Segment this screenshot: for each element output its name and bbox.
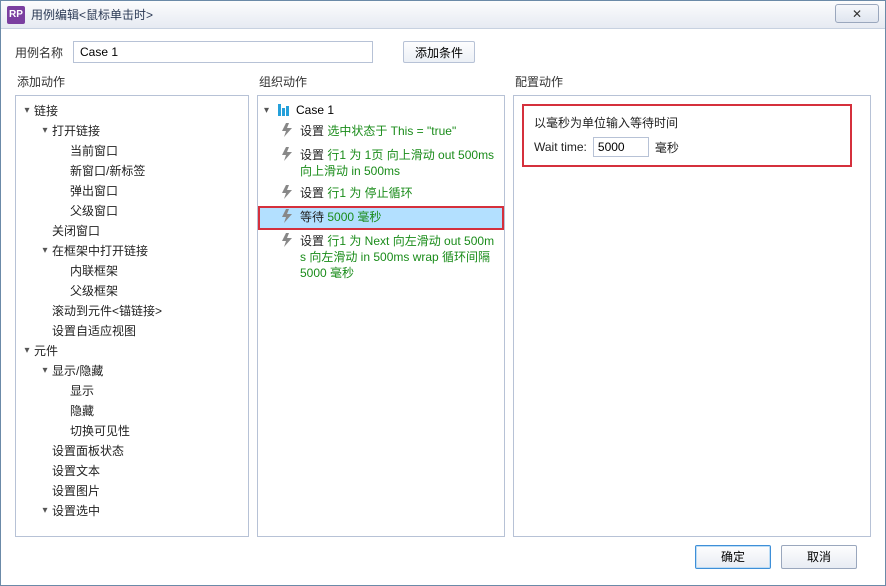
tree-group-set-selected[interactable]: ▾设置选中 [18, 500, 246, 520]
panels-row: 添加动作 ▾链接 ▾打开链接 当前窗口 新窗口/新标签 弹出窗口 父级窗口 关闭… [15, 73, 871, 537]
app-icon: RP [7, 6, 25, 24]
case-name-input[interactable] [73, 41, 373, 63]
tree-item-parent-frame[interactable]: 父级框架 [18, 280, 246, 300]
tree-group-links[interactable]: ▾链接 [18, 100, 246, 120]
action-row-set-row1-next[interactable]: 设置 行1 为 Next 向左滑动 out 500ms 向左滑动 in 500m… [258, 230, 504, 284]
organize-action-panel: 组织动作 ▾ Case 1 设置 选中状态于 This = "true" [257, 73, 505, 537]
tree-item-hide[interactable]: 隐藏 [18, 400, 246, 420]
bolt-icon [282, 233, 294, 251]
cancel-button[interactable]: 取消 [781, 545, 857, 569]
close-button[interactable]: ✕ [835, 4, 879, 23]
wait-config-description: 以毫秒为单位输入等待时间 [534, 114, 840, 131]
configure-action-header: 配置动作 [513, 73, 871, 91]
bolt-icon [282, 185, 294, 203]
add-action-panel: 添加动作 ▾链接 ▾打开链接 当前窗口 新窗口/新标签 弹出窗口 父级窗口 关闭… [15, 73, 249, 537]
tree-group-open-link[interactable]: ▾打开链接 [18, 120, 246, 140]
wait-config-box: 以毫秒为单位输入等待时间 Wait time: 毫秒 [522, 104, 852, 167]
dialog-content: 用例名称 添加条件 添加动作 ▾链接 ▾打开链接 当前窗口 新窗口/新标签 弹出… [1, 29, 885, 585]
bolt-icon [282, 147, 294, 165]
tree-item-popup-window[interactable]: 弹出窗口 [18, 180, 246, 200]
titlebar: RP 用例编辑<鼠标单击时> ✕ [1, 1, 885, 29]
organize-action-header: 组织动作 [257, 73, 505, 91]
bolt-icon [282, 209, 294, 227]
tree-item-set-panel-state[interactable]: 设置面板状态 [18, 440, 246, 460]
configure-action-panel: 配置动作 以毫秒为单位输入等待时间 Wait time: 毫秒 [513, 73, 871, 537]
tree-item-current-window[interactable]: 当前窗口 [18, 140, 246, 160]
window-title: 用例编辑<鼠标单击时> [31, 6, 153, 23]
add-action-tree[interactable]: ▾链接 ▾打开链接 当前窗口 新窗口/新标签 弹出窗口 父级窗口 关闭窗口 ▾在… [15, 95, 249, 537]
bolt-icon [282, 123, 294, 141]
tree-item-new-window[interactable]: 新窗口/新标签 [18, 160, 246, 180]
dialog-window: RP 用例编辑<鼠标单击时> ✕ 用例名称 添加条件 添加动作 ▾链接 ▾打开链… [0, 0, 886, 586]
tree-item-set-adaptive-view[interactable]: 设置自适应视图 [18, 320, 246, 340]
dialog-footer: 确定 取消 [15, 537, 871, 575]
configure-action-body: 以毫秒为单位输入等待时间 Wait time: 毫秒 [513, 95, 871, 537]
wait-time-unit: 毫秒 [655, 139, 679, 156]
action-row-set-selected-this[interactable]: 设置 选中状态于 This = "true" [258, 120, 504, 144]
tree-item-parent-window[interactable]: 父级窗口 [18, 200, 246, 220]
action-row-wait-5000[interactable]: 等待 5000 毫秒 [258, 206, 504, 230]
tree-item-close-window[interactable]: 关闭窗口 [18, 220, 246, 240]
case-name-row: 用例名称 添加条件 [15, 41, 871, 63]
add-action-header: 添加动作 [15, 73, 249, 91]
tree-group-open-in-frame[interactable]: ▾在框架中打开链接 [18, 240, 246, 260]
ok-button[interactable]: 确定 [695, 545, 771, 569]
tree-item-set-image[interactable]: 设置图片 [18, 480, 246, 500]
tree-group-show-hide[interactable]: ▾显示/隐藏 [18, 360, 246, 380]
tree-item-show[interactable]: 显示 [18, 380, 246, 400]
organize-action-tree[interactable]: ▾ Case 1 设置 选中状态于 This = "true" 设置 行1 为 … [257, 95, 505, 537]
wait-time-label: Wait time: [534, 140, 587, 154]
case-node[interactable]: ▾ Case 1 [258, 100, 504, 120]
add-condition-button[interactable]: 添加条件 [403, 41, 475, 63]
tree-group-widgets[interactable]: ▾元件 [18, 340, 246, 360]
action-row-set-row1-page1[interactable]: 设置 行1 为 1页 向上滑动 out 500ms 向上滑动 in 500ms [258, 144, 504, 182]
tree-item-set-text[interactable]: 设置文本 [18, 460, 246, 480]
wait-time-input[interactable] [593, 137, 649, 157]
action-row-set-row1-stoploop[interactable]: 设置 行1 为 停止循环 [258, 182, 504, 206]
case-label: Case 1 [296, 103, 334, 117]
case-name-label: 用例名称 [15, 44, 63, 61]
tree-item-toggle-visibility[interactable]: 切换可见性 [18, 420, 246, 440]
tree-item-scroll-to-widget[interactable]: 滚动到元件<锚链接> [18, 300, 246, 320]
case-icon [278, 104, 292, 116]
tree-item-inline-frame[interactable]: 内联框架 [18, 260, 246, 280]
